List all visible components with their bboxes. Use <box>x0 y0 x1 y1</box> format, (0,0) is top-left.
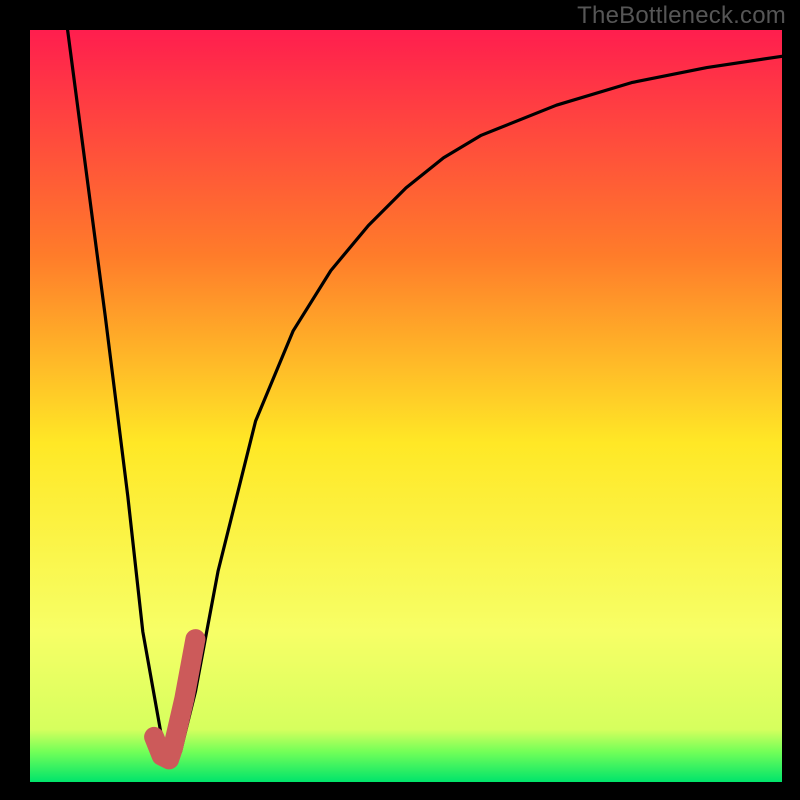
chart-svg <box>0 0 800 800</box>
watermark-text: TheBottleneck.com <box>577 2 786 30</box>
chart-frame: TheBottleneck.com <box>0 0 800 800</box>
plot-background <box>30 30 782 782</box>
